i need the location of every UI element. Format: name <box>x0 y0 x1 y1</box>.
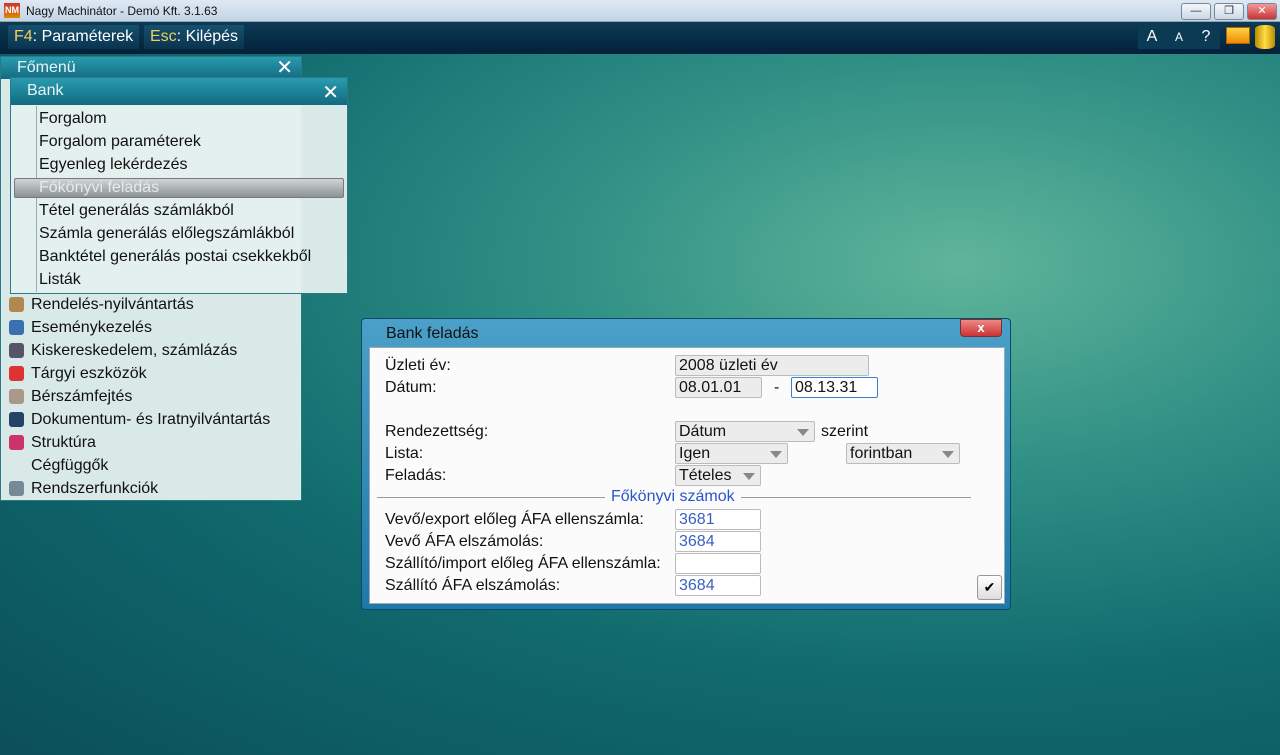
account-field[interactable]: 3684 <box>675 531 761 552</box>
dialog-body: Üzleti év: 2008 üzleti év Dátum: 08.01.0… <box>369 347 1005 604</box>
main-menu-item-label: Dokumentum- és Iratnyilvántartás <box>31 411 271 428</box>
main-menu-item-label: Tárgyi eszközök <box>31 365 147 382</box>
main-menu-item[interactable]: Cégfüggők <box>31 454 108 477</box>
chevron-down-icon <box>743 473 755 480</box>
main-menu-item[interactable]: Kiskereskedelem, számlázás <box>9 339 238 362</box>
monitor-icon[interactable] <box>1226 27 1250 44</box>
feladas-value: Tételes <box>679 467 732 484</box>
package-icon <box>9 297 24 312</box>
window-title: Nagy Machinátor - Demó Kft. 3.1.63 <box>26 4 218 18</box>
szerint-label: szerint <box>821 423 869 440</box>
currency-select[interactable]: forintban <box>846 443 960 464</box>
main-menu-item[interactable]: Tárgyi eszközök <box>9 362 147 385</box>
main-menu-item-label: Cégfüggők <box>31 457 109 474</box>
main-menu-item-label: Bérszámfejtés <box>31 388 133 405</box>
datum-separator: - <box>774 379 780 396</box>
account-field[interactable] <box>675 553 761 574</box>
main-menu-item[interactable]: Dokumentum- és Iratnyilvántartás <box>9 408 271 431</box>
account-label: Szállító ÁFA elszámolás: <box>385 577 561 594</box>
f4-key: F4 <box>14 28 33 45</box>
dialog-close-button[interactable]: x <box>960 319 1002 337</box>
gears-icon <box>9 481 24 496</box>
bank-menu-item[interactable]: Forgalom <box>39 107 107 130</box>
main-menu-item-label: Rendszerfunkciók <box>31 480 159 497</box>
main-menu-close-icon[interactable]: ✕ <box>276 57 293 79</box>
bank-menu-close-icon[interactable]: ✕ <box>322 80 339 106</box>
exit-label: : Kilépés <box>176 28 239 45</box>
rendezettseg-label: Rendezettség: <box>385 423 489 440</box>
bank-feladas-dialog: Bank feladás x Üzleti év: 2008 üzleti év… <box>361 318 1011 610</box>
toolbar: F4: Paraméterek Esc: Kilépés A A ? <box>0 22 1280 54</box>
esc-key: Esc <box>150 28 177 45</box>
person-icon <box>9 320 24 335</box>
window-titlebar: NM Nagy Machinátor - Demó Kft. 3.1.63 — … <box>0 0 1280 22</box>
main-menu-item[interactable]: Rendszerfunkciók <box>9 477 159 500</box>
bank-menu-item[interactable]: Számla generálás előlegszámlákból <box>39 222 294 245</box>
app-logo: NM <box>4 3 20 18</box>
bank-menu-item[interactable]: Tétel generálás számlákból <box>39 199 234 222</box>
main-menu-item-label: Rendelés-nyilvántartás <box>31 296 194 313</box>
parameters-label: : Paraméterek <box>32 28 134 45</box>
datum-from-field[interactable]: 08.01.01 <box>675 377 762 398</box>
rendezettseg-select[interactable]: Dátum <box>675 421 815 442</box>
account-label: Vevő/export előleg ÁFA ellenszámla: <box>385 511 644 528</box>
menu-gutter-divider <box>36 106 37 292</box>
main-menu-title: Főmenü <box>17 59 76 76</box>
chevron-down-icon <box>770 451 782 458</box>
account-label: Szállító/import előleg ÁFA ellenszámla: <box>385 555 661 572</box>
chevron-down-icon <box>797 429 809 436</box>
payroll-icon <box>9 389 24 404</box>
help-button[interactable]: ? <box>1192 25 1220 49</box>
bank-menu-item[interactable]: Egyenleg lekérdezés <box>39 153 188 176</box>
font-smaller-button[interactable]: A <box>1165 25 1193 49</box>
bank-menu-item[interactable]: Főkönyvi feladás <box>39 176 159 199</box>
bank-menu-item[interactable]: Listák <box>39 268 81 291</box>
database-icon[interactable] <box>1255 25 1275 49</box>
main-menu-item[interactable]: Rendelés-nyilvántartás <box>9 293 194 316</box>
cube-icon <box>9 435 24 450</box>
font-larger-button[interactable]: A <box>1138 25 1166 49</box>
bank-menu-title: Bank <box>27 82 64 99</box>
feladas-select[interactable]: Tételes <box>675 465 761 486</box>
lista-value: Igen <box>679 445 711 462</box>
main-menu-item[interactable]: Eseménykezelés <box>9 316 152 339</box>
datum-label: Dátum: <box>385 379 437 396</box>
minimize-button[interactable]: — <box>1181 3 1211 20</box>
main-menu-item-label: Struktúra <box>31 434 96 451</box>
dialog-title: Bank feladás <box>386 325 479 342</box>
lista-label: Lista: <box>385 445 424 462</box>
parameters-button[interactable]: F4: Paraméterek <box>8 25 140 49</box>
house-icon <box>9 366 24 381</box>
bank-menu-item[interactable]: Forgalom paraméterek <box>39 130 201 153</box>
account-field[interactable]: 3681 <box>675 509 761 530</box>
uzleti-ev-label: Üzleti év: <box>385 357 451 374</box>
feladas-label: Feladás: <box>385 467 447 484</box>
uzleti-ev-field[interactable]: 2008 üzleti év <box>675 355 869 376</box>
main-menu-item[interactable]: Bérszámfejtés <box>9 385 133 408</box>
account-label: Vevő ÁFA elszámolás: <box>385 533 544 550</box>
currency-value: forintban <box>850 445 913 462</box>
restore-button[interactable]: ❐ <box>1214 3 1244 20</box>
main-menu-titlebar: Főmenü ✕ <box>1 57 301 79</box>
cash-register-icon <box>9 343 24 358</box>
ok-button[interactable]: ✔ <box>977 575 1002 600</box>
bank-menu-titlebar: Bank ✕ <box>11 78 347 105</box>
exit-button[interactable]: Esc: Kilépés <box>144 25 245 49</box>
lista-select[interactable]: Igen <box>675 443 788 464</box>
chevron-down-icon <box>942 451 954 458</box>
section-title: Főkönyvi számok <box>605 488 741 506</box>
bank-menu-window: Bank ✕ Forgalom Forgalom paraméterek Egyenl… <box>10 77 348 294</box>
account-field[interactable]: 3684 <box>675 575 761 596</box>
bank-menu-item[interactable]: Banktétel generálás postai csekkekből <box>39 245 311 268</box>
main-menu-item-label: Kiskereskedelem, számlázás <box>31 342 238 359</box>
main-menu-item-label: Eseménykezelés <box>31 319 152 336</box>
main-menu-item[interactable]: Struktúra <box>9 431 96 454</box>
datum-to-field[interactable]: 08.13.31 <box>791 377 878 398</box>
close-button[interactable]: ✕ <box>1247 3 1277 20</box>
rendezettseg-value: Dátum <box>679 423 727 440</box>
document-box-icon <box>9 412 24 427</box>
